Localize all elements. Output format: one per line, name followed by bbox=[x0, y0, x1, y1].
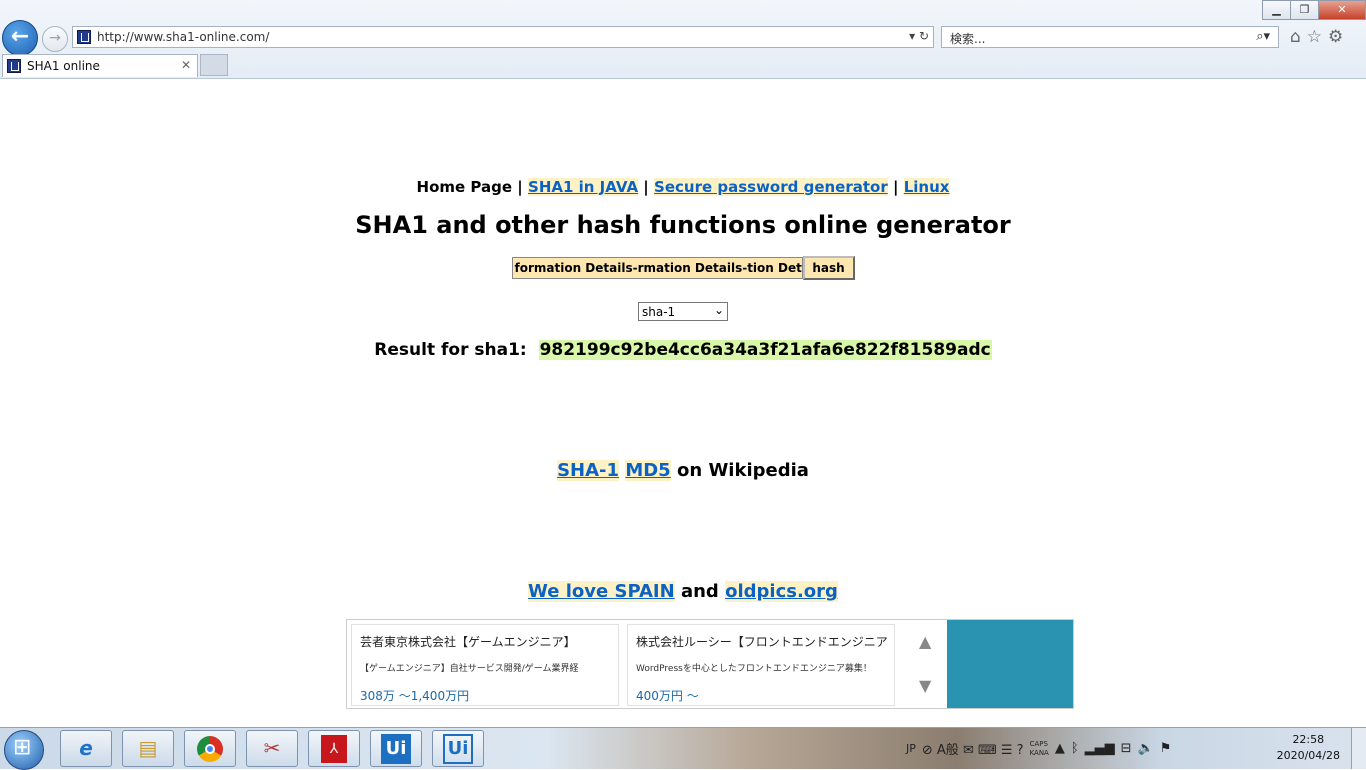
ad-scroll-down-icon[interactable]: ▼ bbox=[919, 676, 931, 695]
show-desktop-button[interactable] bbox=[1351, 728, 1366, 769]
scissors-icon: ✂ bbox=[263, 736, 281, 760]
site-favicon-icon bbox=[77, 30, 91, 44]
link-sha1-wikipedia[interactable]: SHA-1 bbox=[557, 460, 620, 481]
ad-price: 400万円 〜 bbox=[636, 689, 699, 703]
ime-mode: CAPS KANA bbox=[1030, 740, 1049, 758]
wiki-suffix: on Wikipedia bbox=[677, 460, 809, 481]
close-button[interactable]: ✕ bbox=[1318, 0, 1366, 20]
taskbar-uipath-robot[interactable]: Ui bbox=[370, 730, 422, 767]
home-icon[interactable]: ⌂ bbox=[1290, 27, 1301, 47]
ad-title[interactable]: 株式会社ルーシー【フロントエンドエンジニア bbox=[636, 633, 892, 650]
algorithm-selected: sha-1 bbox=[642, 305, 676, 319]
new-tab-button[interactable] bbox=[200, 54, 228, 76]
restore-button[interactable]: ❐ bbox=[1290, 0, 1319, 20]
ad-description: 【ゲームエンジニア】自社サービス開発/ゲーム業界経 bbox=[360, 664, 579, 674]
taskbar-snipping[interactable]: ✂ bbox=[246, 730, 298, 767]
taskbar-pdf[interactable]: ⅄ bbox=[308, 730, 360, 767]
result-label: Result for sha1: bbox=[374, 340, 527, 360]
search-box[interactable]: 検索... ⌕▾ bbox=[941, 26, 1279, 48]
page-title: SHA1 and other hash functions online gen… bbox=[355, 211, 1011, 239]
url-text[interactable]: http://www.sha1-online.com/ bbox=[97, 30, 269, 44]
kana-label: KANA bbox=[1029, 748, 1049, 757]
ad-banner[interactable]: 芸者東京株式会社【ゲームエンジニア】 【ゲームエンジニア】自社サービス開発/ゲー… bbox=[346, 619, 1074, 709]
clock-date: 2020/04/28 bbox=[1276, 749, 1340, 762]
result-line: Result for sha1: 982199c92be4cc6a34a3f21… bbox=[0, 340, 1366, 360]
uipath-icon: Ui bbox=[443, 734, 473, 764]
language-indicator[interactable]: JP bbox=[906, 742, 916, 755]
search-icon[interactable]: ⌕▾ bbox=[1256, 29, 1270, 44]
taskbar: e ▤ ✂ ⅄ Ui Ui JP ⊘ A般 ✉ ⌨ ☰ ? CAPSKANA ▲… bbox=[0, 727, 1366, 770]
tab-close-icon[interactable]: ✕ bbox=[181, 58, 191, 72]
ad-card[interactable]: 芸者東京株式会社【ゲームエンジニア】 【ゲームエンジニア】自社サービス開発/ゲー… bbox=[351, 624, 619, 706]
top-navigation: Home Page | SHA1 in JAVA | Secure passwo… bbox=[0, 178, 1366, 196]
volume-icon[interactable]: 🔈 bbox=[1138, 741, 1154, 756]
clock-time: 22:58 bbox=[1292, 733, 1325, 746]
tab-title: SHA1 online bbox=[27, 59, 100, 73]
bluetooth-icon[interactable]: ᛒ bbox=[1071, 741, 1079, 756]
star-icon[interactable]: ☆ bbox=[1307, 27, 1322, 47]
chevron-down-icon: ⌄ bbox=[713, 303, 724, 317]
tab-favicon-icon bbox=[7, 59, 21, 73]
ad-price: 308万 〜1,400万円 bbox=[360, 689, 470, 703]
taskbar-uipath-studio[interactable]: Ui bbox=[432, 730, 484, 767]
result-hash: 982199c92be4cc6a34a3f21afa6e822f81589adc bbox=[538, 340, 992, 360]
gear-icon[interactable]: ⚙ bbox=[1328, 27, 1343, 47]
search-input[interactable]: 検索... bbox=[950, 30, 985, 47]
nav-link-java[interactable]: SHA1 in JAVA bbox=[528, 178, 639, 196]
ime-icon[interactable]: ⊘ A般 ✉ ⌨ ☰ ? bbox=[922, 739, 1024, 758]
ad-title[interactable]: 芸者東京株式会社【ゲームエンジニア】 bbox=[360, 633, 616, 650]
promo-and: and bbox=[680, 581, 719, 602]
promo-links: We love SPAIN and oldpics.org bbox=[0, 581, 1366, 602]
forward-arrow-icon[interactable]: → bbox=[42, 26, 68, 52]
nav-separator: | bbox=[643, 178, 649, 196]
system-tray: JP ⊘ A般 ✉ ⌨ ☰ ? CAPS KANA ▲ ᛒ ▂▄▆ ⊟ 🔈 ⚑ bbox=[906, 728, 1171, 769]
link-md5-wikipedia[interactable]: MD5 bbox=[625, 460, 671, 481]
tray-expand-icon[interactable]: ▲ bbox=[1055, 741, 1065, 756]
folder-icon: ▤ bbox=[138, 736, 158, 760]
ad-card[interactable]: 株式会社ルーシー【フロントエンドエンジニア WordPressを中心としたフロン… bbox=[627, 624, 895, 706]
back-arrow-icon[interactable]: ← bbox=[2, 20, 38, 56]
hash-input[interactable]: formation Details-rmation Details-tion D… bbox=[511, 257, 803, 279]
link-oldpics[interactable]: oldpics.org bbox=[725, 581, 838, 602]
link-we-love-spain[interactable]: We love SPAIN bbox=[528, 581, 675, 602]
browser-tools: ⌂ ☆ ⚙ bbox=[1290, 27, 1343, 47]
flag-icon[interactable]: ⚑ bbox=[1160, 741, 1172, 756]
minimize-button[interactable]: ▁ bbox=[1262, 0, 1291, 20]
browser-tab[interactable]: SHA1 online ✕ bbox=[2, 54, 198, 77]
taskbar-ie[interactable]: e bbox=[60, 730, 112, 767]
refresh-icon[interactable]: ↻ bbox=[919, 29, 929, 43]
address-bar[interactable]: http://www.sha1-online.com/ ▾ ↻ bbox=[72, 26, 934, 48]
nav-home: Home Page bbox=[416, 178, 513, 196]
nav-link-password[interactable]: Secure password generator bbox=[654, 178, 888, 196]
chrome-icon bbox=[197, 736, 223, 762]
start-button[interactable] bbox=[4, 730, 44, 770]
browser-chrome: ▁ ❐ ✕ ← → http://www.sha1-online.com/ ▾ … bbox=[0, 0, 1366, 79]
ad-image[interactable] bbox=[947, 620, 1073, 708]
ad-description: WordPressを中心としたフロントエンドエンジニア募集！ bbox=[636, 664, 872, 674]
taskbar-chrome[interactable] bbox=[184, 730, 236, 767]
pdf-icon: ⅄ bbox=[321, 735, 347, 763]
taskbar-explorer[interactable]: ▤ bbox=[122, 730, 174, 767]
nav-separator: | bbox=[892, 178, 899, 196]
usb-icon[interactable]: ⊟ bbox=[1121, 741, 1132, 756]
network-icon[interactable]: ▂▄▆ bbox=[1085, 741, 1115, 756]
ad-scroll-up-icon[interactable]: ▲ bbox=[919, 632, 931, 651]
algorithm-select[interactable]: sha-1 ⌄ bbox=[638, 302, 728, 321]
dropdown-icon[interactable]: ▾ bbox=[909, 29, 915, 43]
nav-separator: | bbox=[517, 178, 523, 196]
caps-label: CAPS bbox=[1029, 739, 1048, 748]
ad-scroll: ▲ ▼ bbox=[907, 620, 947, 708]
hash-button[interactable]: hash bbox=[802, 256, 855, 280]
hash-form: formation Details-rmation Details-tion D… bbox=[0, 256, 1366, 280]
window-controls: ▁ ❐ ✕ bbox=[1262, 0, 1366, 20]
wikipedia-links: SHA-1 MD5 on Wikipedia bbox=[0, 460, 1366, 481]
nav-link-linux[interactable]: Linux bbox=[903, 178, 950, 196]
clock[interactable]: 22:58 2020/04/28 bbox=[1277, 732, 1340, 764]
address-actions: ▾ ↻ bbox=[909, 29, 929, 43]
uipath-icon: Ui bbox=[381, 734, 411, 764]
ie-icon: e bbox=[79, 736, 93, 760]
